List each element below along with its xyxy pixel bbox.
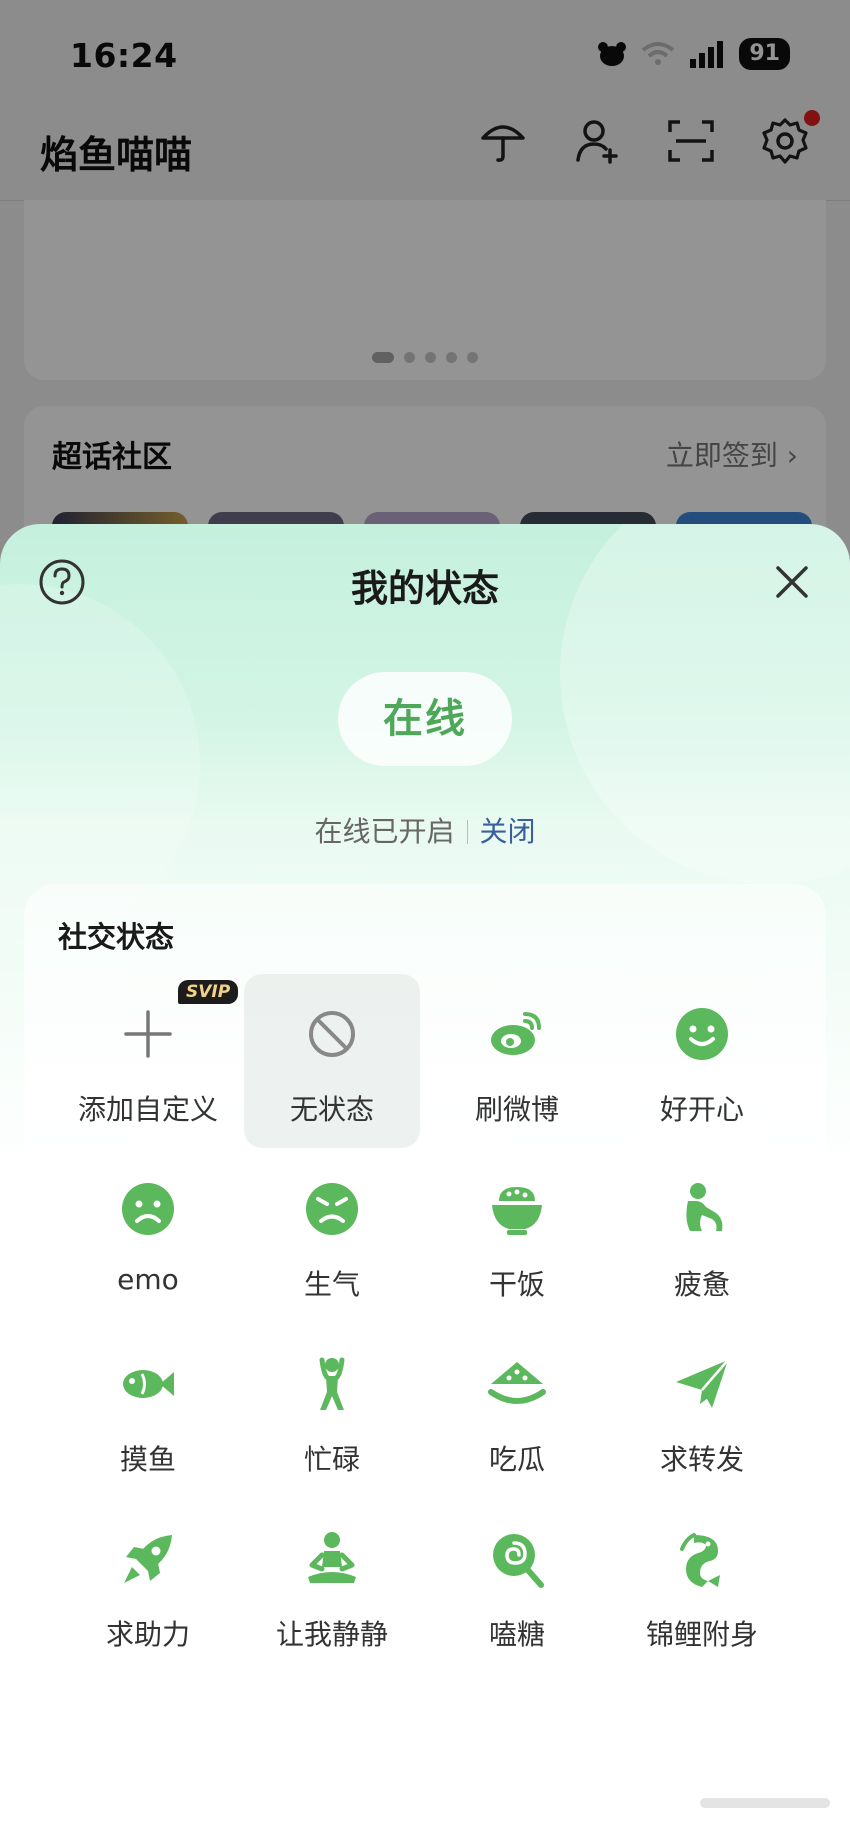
close-icon[interactable] (772, 562, 812, 602)
status-label: 吃瓜 (488, 1443, 545, 1476)
status-item-weibo[interactable]: 刷微博 (429, 974, 605, 1148)
status-item-happy[interactable]: 好开心 (614, 974, 790, 1148)
status-item-angry[interactable]: 生气 (244, 1149, 420, 1323)
status-label: 无状态 (289, 1093, 374, 1126)
tired-person-icon (686, 1183, 723, 1231)
status-label: emo (117, 1263, 179, 1296)
status-label: 刷微博 (474, 1093, 559, 1126)
status-item-tired[interactable]: 疲惫 (614, 1149, 790, 1323)
status-label: 求转发 (659, 1443, 744, 1476)
svip-badge: SVIP (178, 980, 239, 1004)
status-item-boost[interactable]: 求助力 (60, 1499, 236, 1673)
koi-icon (680, 1533, 720, 1587)
status-label: 嗑糖 (488, 1618, 545, 1651)
turn-off-link[interactable]: 关闭 (480, 815, 536, 848)
status-item-none[interactable]: 无状态 (244, 974, 420, 1148)
paper-plane-icon (676, 1359, 729, 1408)
status-item-melon[interactable]: 吃瓜 (429, 1324, 605, 1498)
lollipop-icon (493, 1534, 544, 1588)
status-item-koi[interactable]: 锦鲤附身 (614, 1499, 790, 1673)
status-item-emo[interactable]: emo (60, 1149, 236, 1323)
status-item-eating[interactable]: 干饭 (429, 1149, 605, 1323)
no-status-icon (309, 1011, 355, 1057)
status-item-slacking[interactable]: 摸鱼 (60, 1324, 236, 1498)
status-label: 生气 (303, 1268, 360, 1301)
current-status-pill[interactable]: 在线 (338, 672, 512, 766)
status-label: 锦鲤附身 (645, 1618, 758, 1651)
status-item-add-custom[interactable]: SVIP 添加自定义 (60, 974, 239, 1148)
happy-face-icon (676, 1008, 728, 1060)
status-label: 求助力 (105, 1618, 190, 1651)
status-label: 忙碌 (303, 1443, 360, 1476)
status-label: 好开心 (659, 1093, 744, 1126)
status-item-quiet[interactable]: 让我静静 (244, 1499, 420, 1673)
sheet-title: 我的状态 (351, 567, 499, 610)
status-label: 让我静静 (275, 1618, 388, 1651)
busy-person-icon (319, 1357, 345, 1410)
status-label: 干饭 (488, 1268, 545, 1301)
plus-icon (124, 1010, 172, 1058)
sad-face-icon (122, 1183, 174, 1235)
status-item-busy[interactable]: 忙碌 (244, 1324, 420, 1498)
rocket-icon (124, 1535, 172, 1583)
status-item-repost[interactable]: 求转发 (614, 1324, 790, 1498)
angry-face-icon (306, 1183, 358, 1235)
online-status-note: 在线已开启 (314, 815, 455, 848)
online-status-line: 在线已开启 关闭 (0, 810, 850, 850)
rice-bowl-icon (492, 1187, 542, 1235)
fish-icon (123, 1370, 174, 1398)
status-sheet: 我的状态 在线 在线已开启 关闭 社交状态 SVIP 添加自定义 无状态 刷微博 … (0, 524, 850, 1827)
status-label: 添加自定义 (77, 1093, 218, 1126)
weibo-icon (491, 1012, 541, 1055)
social-status-title: 社交状态 (58, 920, 175, 954)
home-indicator (700, 1798, 830, 1808)
status-label: 疲惫 (673, 1268, 730, 1301)
watermelon-icon (488, 1362, 546, 1404)
status-item-candy[interactable]: 嗑糖 (429, 1499, 605, 1673)
status-label: 摸鱼 (119, 1443, 176, 1476)
meditate-icon (308, 1532, 356, 1583)
